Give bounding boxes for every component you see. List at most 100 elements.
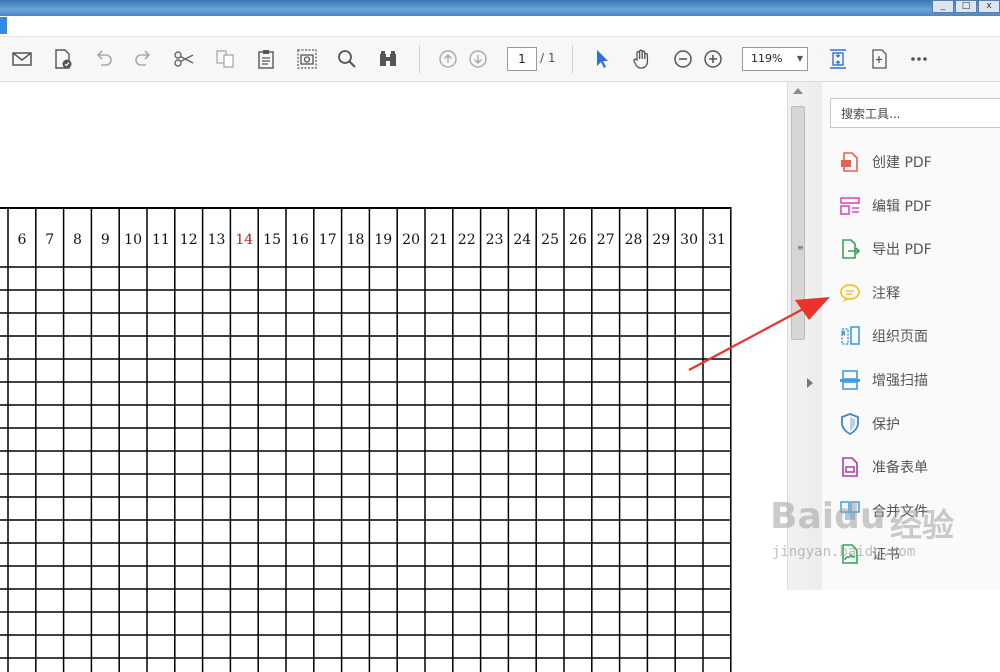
grid-header-day: 26 bbox=[569, 232, 587, 248]
grid-header-day: 23 bbox=[486, 232, 504, 248]
scroll-grip-icon: ≡ bbox=[797, 243, 804, 252]
grid-header-day: 19 bbox=[374, 232, 392, 248]
grid-header-day: 10 bbox=[124, 232, 142, 248]
tool-label: 编辑 PDF bbox=[872, 198, 932, 215]
grid-header-day: 11 bbox=[152, 232, 170, 248]
search-icon[interactable] bbox=[335, 47, 359, 71]
document-view[interactable]: 6 7 8 9 10 11 12 13 14 15 16 17 18 19 20 21 22 23 24 25 26 27… bbox=[0, 82, 787, 672]
binoculars-icon[interactable] bbox=[376, 47, 400, 71]
grid-header-day: 13 bbox=[208, 232, 226, 248]
fit-page-icon[interactable] bbox=[826, 47, 850, 71]
grid-header-day: 6 bbox=[17, 232, 26, 248]
zoom-value: 119% bbox=[751, 52, 783, 65]
zoom-in-icon[interactable] bbox=[701, 47, 725, 71]
tool-label: 合并文件 bbox=[872, 503, 928, 520]
tool-label: 注释 bbox=[872, 285, 900, 302]
grid-header-day: 24 bbox=[513, 232, 531, 248]
grid-header-day: 22 bbox=[458, 232, 476, 248]
toolbar-separator bbox=[572, 45, 573, 73]
chevron-down-icon: ▼ bbox=[796, 54, 803, 63]
search-tools-input[interactable]: 搜索工具... bbox=[830, 98, 1000, 128]
create-pdf-icon bbox=[841, 152, 858, 172]
edit-pdf-icon bbox=[840, 196, 860, 215]
grid-header-day: 31 bbox=[708, 232, 726, 248]
tool-item[interactable]: 保护 bbox=[838, 411, 900, 437]
grid-header-day: 21 bbox=[430, 232, 448, 248]
select-cursor-icon[interactable] bbox=[590, 47, 614, 71]
compare-icon[interactable] bbox=[213, 47, 237, 71]
grid-header-day: 15 bbox=[263, 232, 281, 248]
tool-label: 创建 PDF bbox=[872, 155, 932, 171]
grid-header-day: 7 bbox=[45, 232, 54, 248]
page-up-icon[interactable] bbox=[436, 47, 460, 71]
page-total: / 1 bbox=[540, 51, 556, 65]
scroll-up-icon[interactable] bbox=[793, 88, 803, 94]
menu-selection-marker bbox=[0, 17, 7, 34]
grid-header-day: 9 bbox=[101, 232, 110, 248]
combine-files-icon bbox=[840, 501, 860, 520]
tool-item[interactable]: 创建 PDF bbox=[838, 149, 932, 175]
export-pdf-icon bbox=[842, 239, 861, 259]
mail-icon[interactable] bbox=[10, 47, 34, 71]
grid-header-day: 16 bbox=[291, 232, 309, 248]
prepare-form-icon bbox=[842, 457, 858, 477]
certificate-icon bbox=[842, 544, 858, 565]
expand-panel-icon[interactable] bbox=[807, 378, 813, 388]
window-titlebar: _ □ x bbox=[0, 0, 1000, 16]
grid-header-day: 12 bbox=[180, 232, 198, 248]
grid-header-day: 8 bbox=[73, 232, 82, 248]
tool-label: 增强扫描 bbox=[872, 373, 928, 389]
tool-label: 证书 bbox=[872, 547, 900, 564]
tool-item[interactable]: 导出 PDF bbox=[838, 236, 932, 262]
cut-icon[interactable] bbox=[172, 47, 196, 71]
tool-label: 准备表单 bbox=[872, 460, 928, 477]
enhance-scan-icon bbox=[840, 370, 860, 390]
zoom-out-icon[interactable] bbox=[671, 47, 695, 71]
grid-header-day: 14 bbox=[235, 232, 253, 248]
tool-item[interactable]: 准备表单 bbox=[838, 454, 928, 480]
redo-icon[interactable] bbox=[132, 47, 156, 71]
page-number-input[interactable]: 1 bbox=[507, 47, 537, 71]
hand-icon[interactable] bbox=[630, 47, 654, 71]
tool-item[interactable]: 注释 bbox=[838, 280, 900, 306]
tool-item[interactable]: 编辑 PDF bbox=[838, 193, 932, 219]
clipboard-icon[interactable] bbox=[254, 47, 278, 71]
grid-header-day: 20 bbox=[402, 232, 420, 248]
scroll-thumb[interactable]: ≡ bbox=[791, 106, 805, 340]
toolbar-separator bbox=[419, 45, 420, 73]
maximize-button[interactable]: □ bbox=[955, 0, 977, 13]
menu-bar bbox=[0, 16, 1000, 37]
main-toolbar: 1 / 1 119% ▼ bbox=[0, 37, 1000, 82]
panel-divider[interactable] bbox=[807, 82, 822, 590]
tool-item[interactable]: 增强扫描 bbox=[838, 367, 928, 393]
calendar-grid: 6 7 8 9 10 11 12 13 14 15 16 17 18 19 20 21 22 23 24 25 26 27… bbox=[0, 207, 732, 672]
tool-label: 组织页面 bbox=[872, 329, 928, 346]
zoom-select[interactable]: 119% ▼ bbox=[742, 47, 808, 71]
tool-item[interactable]: 证书 bbox=[838, 541, 900, 567]
grid-header-day: 28 bbox=[625, 232, 643, 248]
document-signature-icon[interactable] bbox=[51, 47, 75, 71]
grid-header-day: 17 bbox=[319, 232, 337, 248]
page-down-icon[interactable] bbox=[466, 47, 490, 71]
vertical-scrollbar[interactable]: ≡ bbox=[787, 82, 808, 590]
crop-icon[interactable] bbox=[867, 47, 891, 71]
undo-icon[interactable] bbox=[91, 47, 115, 71]
grid-header-day: 25 bbox=[541, 232, 559, 248]
comment-icon bbox=[840, 283, 860, 302]
grid-header-day: 29 bbox=[652, 232, 670, 248]
grid-header-day: 27 bbox=[597, 232, 615, 248]
tool-label: 导出 PDF bbox=[872, 242, 932, 259]
more-icon[interactable] bbox=[907, 47, 931, 71]
tool-item[interactable]: 组织页面 bbox=[838, 323, 928, 349]
organize-pages-icon bbox=[841, 326, 860, 346]
tools-panel: 搜索工具... 创建 PDF 编辑 PDF 导出 PDF 注释组织页面增强扫描保护准备… bbox=[822, 82, 1000, 590]
tool-item[interactable]: 合并文件 bbox=[838, 498, 928, 524]
close-button[interactable]: x bbox=[978, 0, 1000, 13]
window-controls: _ □ x bbox=[931, 0, 1000, 13]
grid-header-day: 30 bbox=[680, 232, 698, 248]
protect-icon bbox=[841, 412, 859, 435]
snapshot-icon[interactable] bbox=[295, 47, 319, 71]
grid-header-day: 18 bbox=[347, 232, 365, 248]
minimize-button[interactable]: _ bbox=[932, 0, 954, 13]
tool-label: 保护 bbox=[872, 416, 900, 433]
